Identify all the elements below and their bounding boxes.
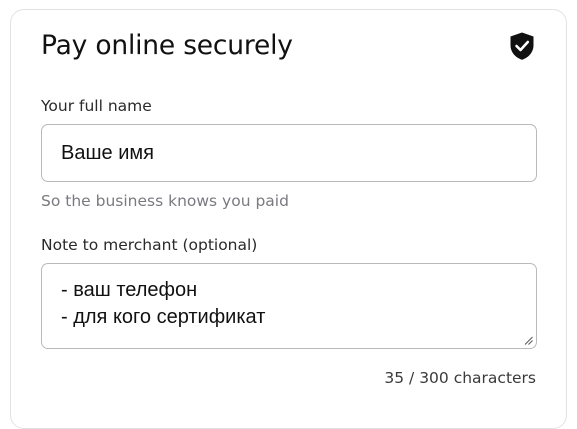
card-title: Pay online securely <box>41 30 293 61</box>
shield-check-icon <box>510 32 534 60</box>
note-line: - для кого сертификат <box>61 306 266 328</box>
name-label: Your full name <box>41 97 152 115</box>
payment-card: Pay online securely Your full name Ваше … <box>10 9 567 429</box>
resize-handle-icon[interactable] <box>524 336 533 345</box>
note-textarea[interactable]: - ваш телефон - для кого сертификат <box>41 263 537 349</box>
character-counter: 35 / 300 characters <box>384 369 536 387</box>
name-hint: So the business knows you paid <box>41 192 289 210</box>
full-name-value: Ваше имя <box>61 142 154 164</box>
note-label: Note to merchant (optional) <box>41 236 258 254</box>
full-name-input[interactable]: Ваше имя <box>41 124 537 182</box>
note-line: - ваш телефон <box>61 279 198 301</box>
